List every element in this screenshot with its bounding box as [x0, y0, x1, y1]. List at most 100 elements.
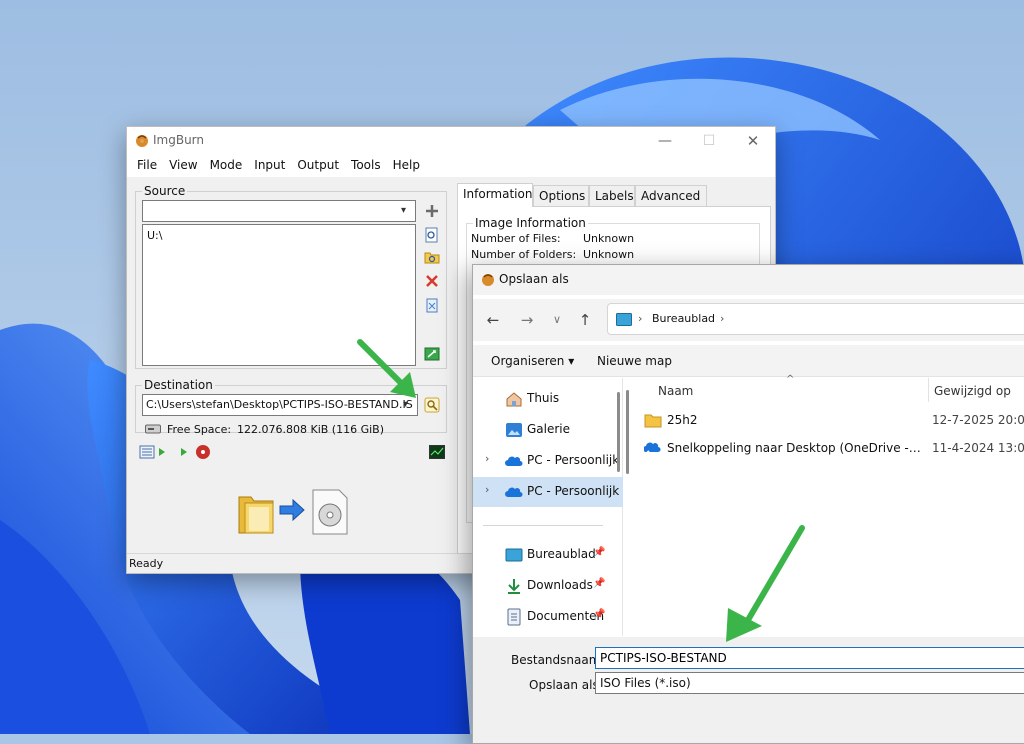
nav-item-onedrive[interactable]: › PC - Persoonlijk: [473, 446, 623, 476]
iso-image-icon: [311, 489, 349, 538]
drive-icon: [145, 423, 163, 435]
menu-help[interactable]: Help: [387, 155, 426, 177]
documents-icon: [507, 608, 521, 626]
column-divider[interactable]: [928, 378, 929, 402]
info-value: Unknown: [583, 232, 635, 245]
log-toggle-icon[interactable]: [139, 445, 169, 462]
organize-button[interactable]: Organiseren ▾: [491, 354, 574, 368]
column-modified[interactable]: Gewijzigd op: [934, 384, 1011, 398]
nav-item-gallery[interactable]: Galerie: [473, 415, 623, 445]
annotation-arrow: [726, 525, 805, 642]
source-dropdown[interactable]: ▾: [142, 200, 416, 222]
play-icon[interactable]: [179, 445, 189, 462]
calculate-icon[interactable]: [423, 344, 441, 362]
save-type-label: Opslaan als:: [529, 678, 603, 692]
add-file-icon[interactable]: [423, 202, 441, 220]
close-icon[interactable]: ✕: [731, 127, 775, 155]
pin-icon: 📌: [593, 578, 606, 589]
menu-mode[interactable]: Mode: [204, 155, 249, 177]
table-row[interactable]: 25h2 12-7-2025 20:08: [644, 408, 1024, 434]
divider: [483, 525, 603, 526]
browse-folder-icon[interactable]: [423, 248, 441, 266]
maximize-icon[interactable]: ☐: [687, 127, 731, 155]
pin-icon: 📌: [593, 609, 606, 620]
file-list: Naam ^ Gewijzigd op 25h2 12-7-2025 20:08…: [626, 374, 1024, 636]
arrow-right-icon: [279, 498, 305, 524]
nav-scrollbar[interactable]: [617, 392, 620, 472]
folder-icon: [235, 487, 277, 538]
chevron-down-icon: ▾: [401, 205, 407, 216]
navigation-bar: ← → ∨ ↑ › Bureaublad ›: [473, 299, 1024, 341]
disc-info-icon[interactable]: [195, 444, 211, 463]
column-name[interactable]: Naam: [658, 384, 693, 398]
table-row[interactable]: Snelkoppeling naar Desktop (OneDrive - P…: [644, 436, 1024, 462]
browse-destination-icon[interactable]: [423, 396, 441, 414]
menu-bar: File View Mode Input Output Tools Help: [127, 155, 775, 177]
gallery-icon: [506, 423, 522, 437]
download-icon: [508, 579, 520, 594]
home-icon: [506, 392, 522, 407]
shortcut-icon: [644, 442, 661, 456]
browse-file-icon[interactable]: [423, 226, 441, 244]
tab-labels[interactable]: Labels: [589, 185, 635, 207]
new-folder-button[interactable]: Nieuwe map: [597, 354, 672, 368]
back-icon[interactable]: ←: [481, 309, 505, 331]
command-bar: Organiseren ▾ Nieuwe map: [473, 345, 1024, 377]
chevron-right-icon[interactable]: ›: [485, 483, 489, 496]
nav-item-home[interactable]: Thuis: [473, 384, 623, 414]
tab-information[interactable]: Information: [457, 183, 533, 207]
tab-advanced[interactable]: Advanced: [635, 185, 707, 207]
filename-label: Bestandsnaam:: [511, 653, 605, 667]
remove-icon[interactable]: [423, 272, 441, 290]
info-key: Number of Files:: [471, 232, 561, 245]
dialog-title: Opslaan als: [499, 272, 569, 286]
breadcrumb-separator-icon: ›: [638, 312, 643, 325]
tab-options[interactable]: Options: [533, 185, 589, 207]
sort-up-icon: ^: [786, 374, 795, 385]
recent-locations-icon[interactable]: ∨: [545, 309, 569, 331]
info-value: Unknown: [583, 248, 635, 261]
pin-icon: 📌: [593, 547, 606, 558]
imgburn-titlebar[interactable]: ImgBurn — ☐ ✕: [127, 127, 775, 155]
graph-icon[interactable]: [429, 445, 445, 462]
nav-item-onedrive-selected[interactable]: › PC - Persoonlijk: [473, 477, 623, 507]
window-title: ImgBurn: [153, 133, 205, 147]
desktop-icon: [505, 548, 523, 562]
free-space-label: Free Space:: [167, 423, 232, 436]
save-form: Bestandsnaam: Opslaan als: ISO Files (*.…: [473, 637, 1024, 743]
menu-file[interactable]: File: [131, 155, 163, 177]
save-type-dropdown[interactable]: ISO Files (*.iso): [595, 672, 1024, 694]
up-icon[interactable]: ↑: [573, 309, 597, 331]
list-item[interactable]: U:\: [147, 229, 411, 242]
imgburn-logo-icon: [482, 274, 494, 286]
dialog-titlebar[interactable]: Opslaan als: [473, 265, 1024, 295]
onedrive-icon: [505, 456, 523, 466]
menu-input[interactable]: Input: [248, 155, 291, 177]
info-key: Number of Folders:: [471, 248, 577, 261]
minimize-icon[interactable]: —: [643, 127, 687, 155]
menu-output[interactable]: Output: [291, 155, 345, 177]
files-scrollbar[interactable]: [626, 390, 629, 474]
image-information-label: Image Information: [473, 216, 588, 230]
menu-tools[interactable]: Tools: [345, 155, 387, 177]
chevron-right-icon[interactable]: ›: [485, 452, 489, 465]
nav-item-downloads[interactable]: Downloads 📌: [473, 571, 623, 601]
nav-item-desktop[interactable]: Bureaublad 📌: [473, 540, 623, 570]
menu-view[interactable]: View: [163, 155, 203, 177]
address-bar[interactable]: › Bureaublad ›: [607, 303, 1024, 335]
nav-item-documents[interactable]: Documenten 📌: [473, 602, 623, 632]
onedrive-icon: [505, 487, 523, 497]
save-as-dialog: Opslaan als ← → ∨ ↑ › Bureaublad › Organ…: [472, 264, 1024, 744]
free-space-value: 122.076.808 KiB (116 GiB): [237, 423, 384, 436]
destination-label: Destination: [142, 378, 215, 392]
breadcrumb[interactable]: Bureaublad: [652, 312, 715, 325]
folder-icon: [644, 414, 662, 428]
breadcrumb-separator-icon[interactable]: ›: [720, 312, 724, 325]
filename-input[interactable]: [595, 647, 1024, 669]
clear-list-icon[interactable]: [423, 296, 441, 314]
imgburn-logo-icon: [136, 135, 148, 147]
desktop-icon: [616, 313, 632, 326]
annotation-arrow: [357, 339, 416, 398]
source-label: Source: [142, 184, 188, 198]
forward-icon[interactable]: →: [515, 309, 539, 331]
